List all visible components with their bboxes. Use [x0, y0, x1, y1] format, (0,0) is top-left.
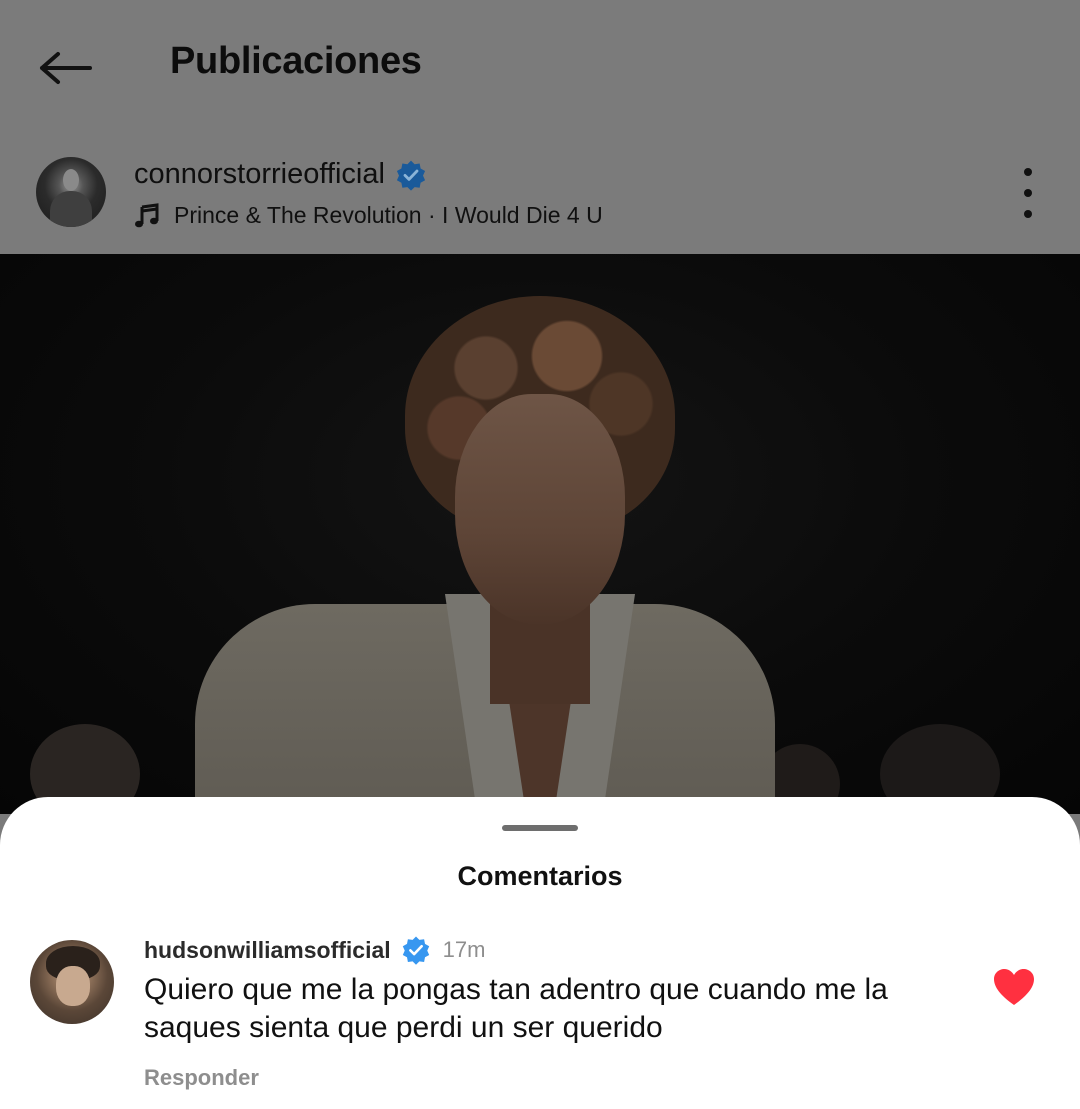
arrow-left-icon: [40, 52, 92, 84]
comments-sheet: Comentarios hudsonwilliamsofficial 17m Q…: [0, 797, 1080, 1109]
heart-filled-icon: [994, 969, 1034, 1005]
like-comment-button[interactable]: [992, 967, 1036, 1007]
comment-time: 17m: [442, 937, 486, 962]
comment-text: Quiero que me la pongas tan adentro que …: [144, 973, 888, 1044]
comments-title: Comentarios: [457, 861, 623, 891]
comment-username[interactable]: hudsonwilliamsofficial: [144, 937, 391, 964]
post-author[interactable]: connorstorrieofficial: [134, 158, 427, 191]
comment-header: hudsonwilliamsofficial 17m: [144, 935, 485, 965]
top-bar: Publicaciones: [0, 0, 1080, 130]
music-attribution[interactable]: Prince & The Revolution · I Would Die 4 …: [134, 202, 603, 229]
back-button[interactable]: [36, 44, 96, 92]
reply-button[interactable]: Responder: [144, 1065, 259, 1091]
music-text: Prince & The Revolution · I Would Die 4 …: [174, 202, 603, 228]
post-username[interactable]: connorstorrieofficial: [134, 158, 385, 191]
post-photo[interactable]: [0, 254, 1080, 814]
verified-badge-icon: [402, 936, 429, 965]
author-avatar[interactable]: [36, 157, 106, 227]
post-header: connorstorrieofficial Prince & The Revol…: [0, 130, 1080, 254]
more-vertical-icon: [1024, 168, 1032, 176]
page-title: Publicaciones: [170, 40, 422, 82]
music-note-icon: [135, 202, 159, 227]
sheet-drag-handle[interactable]: [502, 825, 578, 831]
verified-badge-icon: [396, 160, 426, 191]
commenter-avatar[interactable]: [30, 940, 114, 1024]
more-options-button[interactable]: [1010, 168, 1046, 218]
